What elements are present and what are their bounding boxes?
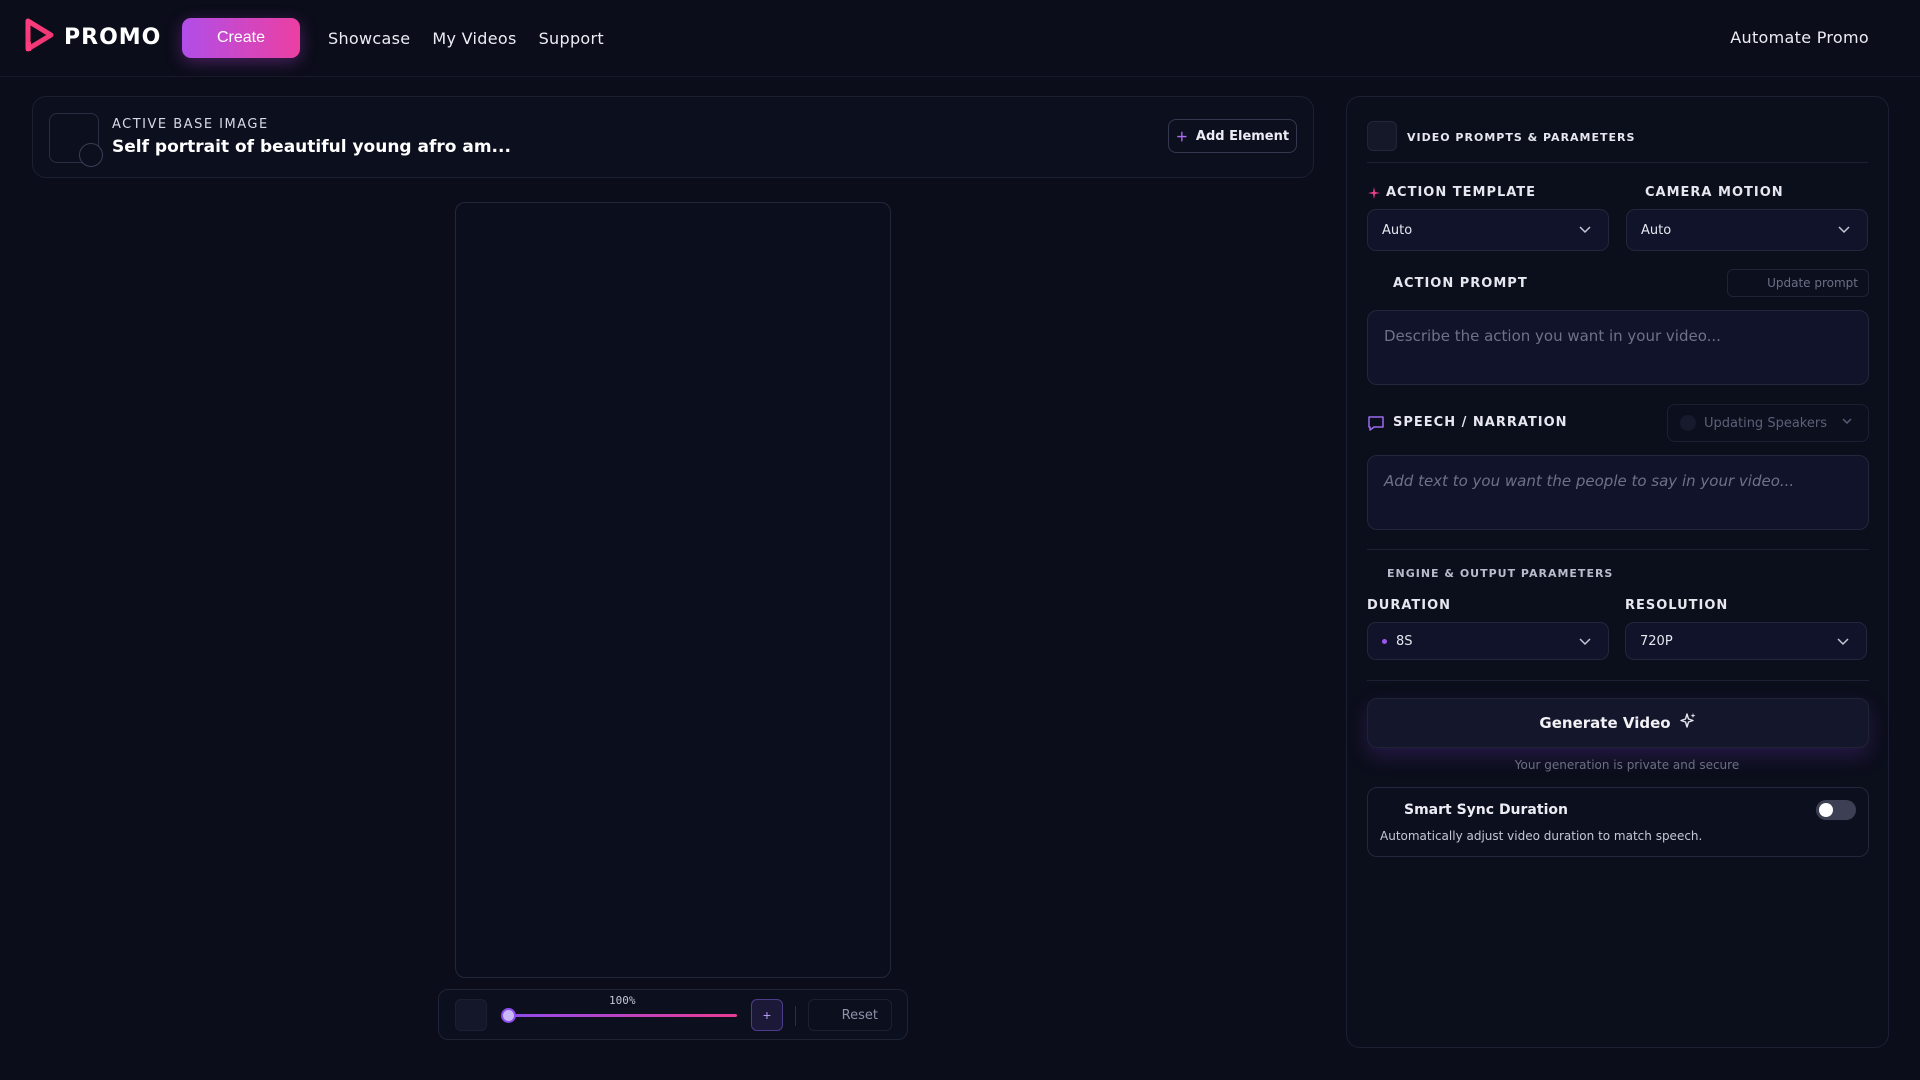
automate-promo-link[interactable]: Automate Promo: [1730, 28, 1869, 47]
zoom-reset-button[interactable]: Reset: [808, 999, 892, 1031]
panel-title: VIDEO PROMPTS & PARAMETERS: [1407, 131, 1636, 144]
action-prompt-label: ACTION PROMPT: [1393, 276, 1528, 291]
nav-showcase[interactable]: Showcase: [328, 29, 410, 48]
chevron-down-icon: [1836, 634, 1850, 652]
smart-sync-title: Smart Sync Duration: [1404, 802, 1568, 818]
zoom-out-button[interactable]: [455, 999, 487, 1031]
speakers-dropdown[interactable]: Updating Speakers: [1667, 404, 1869, 442]
duration-select[interactable]: 8S: [1367, 622, 1609, 660]
generate-video-button[interactable]: Generate Video: [1367, 698, 1869, 748]
speakers-label: Updating Speakers: [1704, 415, 1827, 431]
engine-params-label: ENGINE & OUTPUT PARAMETERS: [1387, 567, 1614, 580]
secure-note: Your generation is private and secure: [1514, 758, 1740, 772]
play-logo-icon: [24, 18, 54, 57]
section-divider: [1367, 680, 1869, 681]
chevron-down-icon: [1578, 222, 1592, 240]
base-image-label: ACTIVE BASE IMAGE: [112, 117, 269, 132]
section-divider: [1367, 549, 1869, 550]
zoom-slider-track[interactable]: [505, 1014, 737, 1017]
action-template-value: Auto: [1382, 222, 1413, 238]
chevron-down-icon: [1841, 415, 1853, 431]
sparkle-icon: [1368, 186, 1380, 204]
base-image-title: Self portrait of beautiful young afro am…: [112, 137, 511, 157]
update-prompt-button[interactable]: Update prompt: [1727, 269, 1869, 297]
video-canvas[interactable]: [455, 202, 891, 978]
duration-dot-icon: [1382, 638, 1387, 644]
zoom-slider-handle[interactable]: [501, 1008, 516, 1023]
generate-video-label: Generate Video: [1539, 714, 1671, 732]
smart-sync-toggle[interactable]: [1816, 800, 1856, 820]
video-prompts-panel: VIDEO PROMPTS & PARAMETERS ACTION TEMPLA…: [1346, 96, 1889, 1048]
chat-bubble-icon: [1367, 414, 1385, 437]
main-nav: Showcase My Videos Support: [328, 29, 604, 48]
panel-icon-box: [1367, 121, 1397, 151]
toggle-knob: [1819, 803, 1833, 817]
chevron-down-icon: [1578, 634, 1592, 652]
add-element-button[interactable]: ＋ Add Element: [1168, 119, 1297, 153]
speaker-avatar-icon: [1680, 415, 1696, 431]
top-header: PROMO Create Showcase My Videos Support …: [0, 0, 1920, 77]
action-template-label: ACTION TEMPLATE: [1386, 185, 1537, 200]
speech-input[interactable]: Add text to you want the people to say i…: [1367, 455, 1869, 530]
speech-narration-label: SPEECH / NARRATION: [1393, 415, 1568, 430]
camera-motion-label: CAMERA MOTION: [1645, 185, 1784, 200]
thumbnail-badge[interactable]: [79, 143, 103, 167]
brand-name: PROMO: [64, 25, 162, 50]
duration-value: 8S: [1396, 633, 1413, 649]
duration-label: DURATION: [1367, 598, 1452, 613]
smart-sync-description: Automatically adjust video duration to m…: [1380, 829, 1703, 843]
action-template-select[interactable]: Auto: [1367, 209, 1609, 251]
zoom-level: 100%: [609, 994, 636, 1007]
zoom-divider: [795, 1006, 796, 1026]
action-prompt-input[interactable]: Describe the action you want in your vid…: [1367, 310, 1869, 385]
brand-logo[interactable]: PROMO: [24, 18, 161, 57]
camera-motion-value: Auto: [1641, 222, 1672, 238]
resolution-label: RESOLUTION: [1625, 598, 1729, 613]
add-element-label: Add Element: [1195, 128, 1290, 144]
plus-icon: ＋: [1175, 129, 1188, 144]
create-button[interactable]: Create: [182, 18, 300, 58]
chevron-down-icon: [1837, 222, 1851, 240]
nav-support[interactable]: Support: [539, 29, 604, 48]
camera-motion-select[interactable]: Auto: [1626, 209, 1868, 251]
resolution-select[interactable]: 720P: [1625, 622, 1867, 660]
smart-sync-card: Smart Sync Duration Automatically adjust…: [1367, 787, 1869, 857]
nav-my-videos[interactable]: My Videos: [432, 29, 516, 48]
sparkles-icon: [1679, 712, 1697, 734]
active-base-image-panel: ACTIVE BASE IMAGE Self portrait of beaut…: [32, 96, 1314, 178]
zoom-controls: 100% + Reset: [438, 989, 908, 1040]
panel-header: VIDEO PROMPTS & PARAMETERS: [1367, 121, 1868, 163]
zoom-in-button[interactable]: +: [751, 999, 783, 1031]
resolution-value: 720P: [1640, 633, 1673, 649]
